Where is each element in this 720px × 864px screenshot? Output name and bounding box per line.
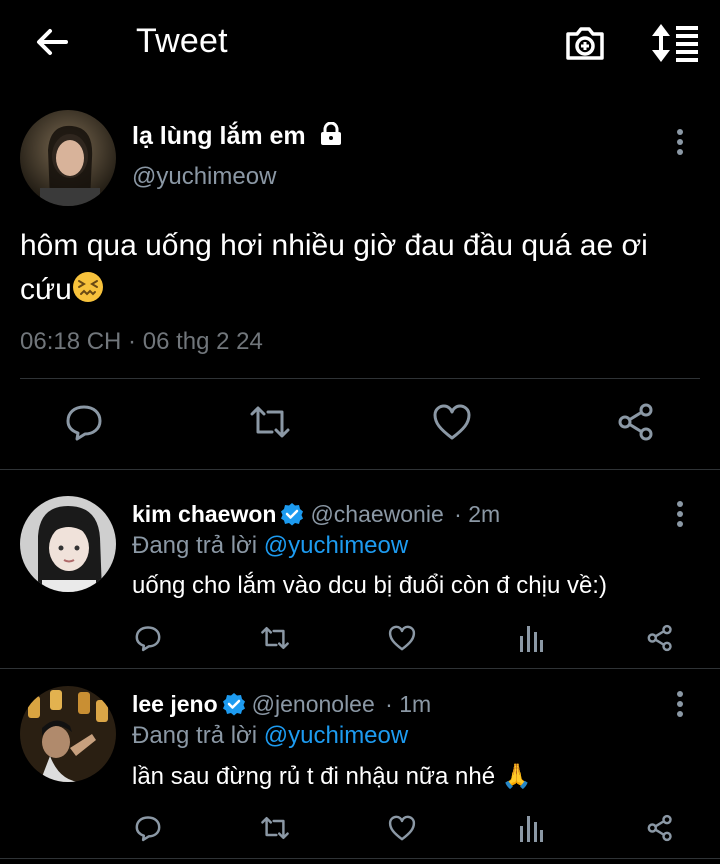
replying-to-label: Đang trả lời xyxy=(132,722,264,749)
reply-text: uống cho lắm vào dcu bị đuổi còn đ chịu … xyxy=(132,572,607,599)
divider xyxy=(0,469,720,470)
reply-time: · 1m xyxy=(385,691,432,717)
avatar[interactable] xyxy=(20,496,116,592)
replying-to: Đang trả lời @yuchimeow xyxy=(132,532,408,560)
replying-to: Đang trả lời @yuchimeow xyxy=(132,722,408,750)
more-options-icon[interactable] xyxy=(672,690,688,720)
retweet-icon[interactable] xyxy=(248,402,292,442)
reply-icon[interactable] xyxy=(64,402,104,442)
tweet-timestamp: 06:18 CH · 06 thg 2 24 xyxy=(20,328,263,355)
display-name-text: lạ lùng lắm em xyxy=(132,122,306,150)
avatar[interactable] xyxy=(20,110,116,206)
handle: @jenonolee xyxy=(251,691,375,717)
display-name: lee jeno xyxy=(132,691,218,717)
reply-icon[interactable] xyxy=(134,624,162,652)
avatar[interactable] xyxy=(20,686,116,782)
sort-icon[interactable] xyxy=(648,22,700,64)
analytics-icon[interactable] xyxy=(518,624,544,652)
lock-icon xyxy=(320,122,341,145)
replying-to-link[interactable]: @yuchimeow xyxy=(264,722,408,749)
confounded-face-icon xyxy=(72,272,103,302)
reply-header[interactable]: kim chaewon @chaewonie · 2m xyxy=(132,501,500,528)
divider xyxy=(0,858,720,859)
display-name[interactable]: lạ lùng lắm em xyxy=(132,122,343,151)
top-bar: Tweet xyxy=(0,0,720,88)
reply-icon[interactable] xyxy=(134,814,162,842)
verified-badge-icon xyxy=(222,693,245,716)
like-icon[interactable] xyxy=(388,814,416,842)
replying-to-link[interactable]: @yuchimeow xyxy=(264,532,408,559)
reply-time: · 2m xyxy=(454,501,501,527)
handle[interactable]: @yuchimeow xyxy=(132,163,276,191)
share-icon[interactable] xyxy=(646,624,674,652)
share-icon[interactable] xyxy=(646,814,674,842)
retweet-icon[interactable] xyxy=(259,624,291,652)
page-title: Tweet xyxy=(136,22,228,60)
like-icon[interactable] xyxy=(432,402,472,442)
tweet-text: hôm qua uống hơi nhiều giờ đau đầu quá a… xyxy=(20,224,700,312)
tweet-text-content: hôm qua uống hơi nhiều giờ đau đầu quá a… xyxy=(20,229,648,306)
like-icon[interactable] xyxy=(388,624,416,652)
retweet-icon[interactable] xyxy=(259,814,291,842)
analytics-icon[interactable] xyxy=(518,814,544,842)
replying-to-label: Đang trả lời xyxy=(132,532,264,559)
reply-header[interactable]: lee jeno @jenonolee · 1m xyxy=(132,691,431,718)
more-options-icon[interactable] xyxy=(672,500,688,530)
more-options-icon[interactable] xyxy=(672,128,688,158)
handle: @chaewonie xyxy=(310,501,444,527)
camera-icon[interactable] xyxy=(562,20,608,66)
verified-badge-icon xyxy=(281,503,304,526)
share-icon[interactable] xyxy=(616,402,656,442)
divider xyxy=(0,668,720,669)
divider xyxy=(20,378,700,379)
display-name: kim chaewon xyxy=(132,501,277,527)
reply-text: lần sau đừng rủ t đi nhậu nữa nhé 🙏 xyxy=(132,763,532,790)
back-arrow-icon[interactable] xyxy=(32,22,72,62)
